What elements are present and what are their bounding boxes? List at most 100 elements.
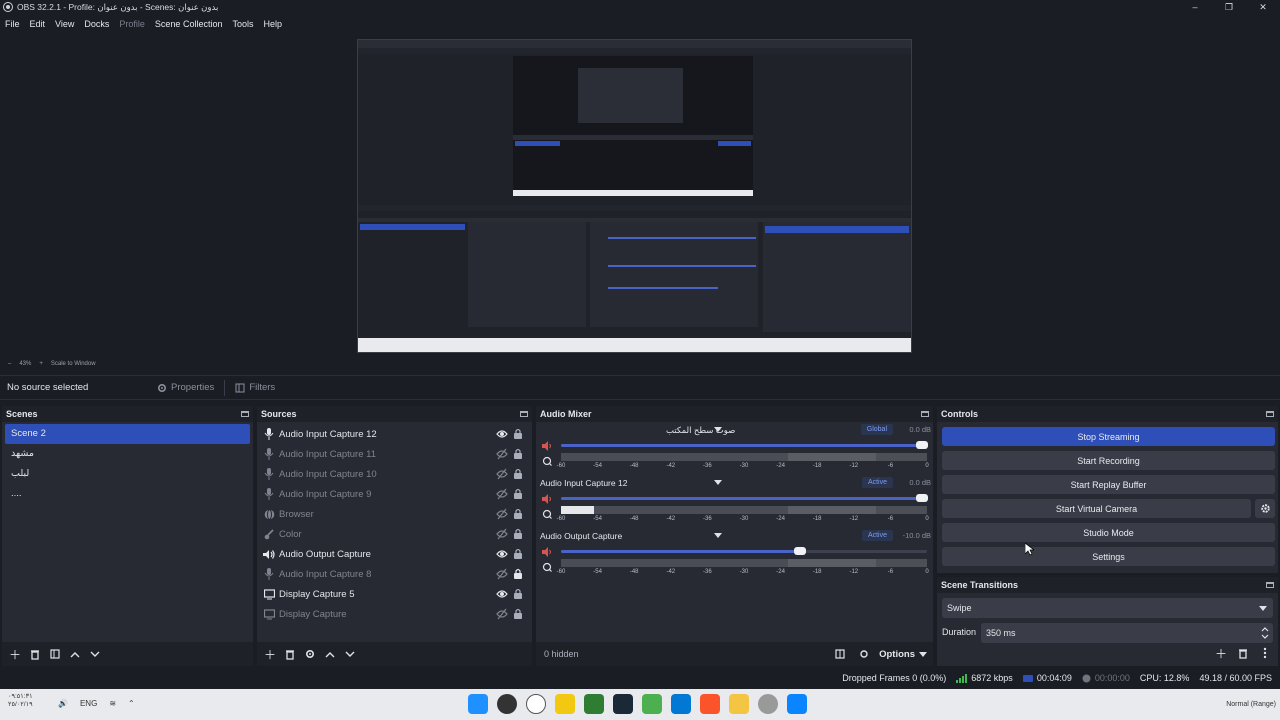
chevron-up-icon[interactable]: ⌃ (128, 699, 135, 708)
chevron-down-icon[interactable] (714, 427, 722, 432)
unlock-icon[interactable] (512, 448, 524, 460)
start-replay-buffer-button[interactable]: Start Replay Buffer (942, 475, 1275, 494)
undock-icon[interactable] (1266, 582, 1274, 588)
transition-select[interactable]: Swipe (942, 598, 1273, 618)
unlock-icon[interactable] (512, 588, 524, 600)
scene-item[interactable]: .... (5, 484, 250, 504)
zoom-mode[interactable]: Scale to Window (51, 361, 96, 367)
source-item[interactable]: Display Capture (257, 604, 532, 624)
wifi-icon[interactable]: ≋ (109, 699, 116, 708)
remove-scene-button[interactable] (26, 645, 44, 663)
add-scene-button[interactable]: ＋ (6, 645, 24, 663)
remove-transition-button[interactable] (1234, 644, 1252, 662)
chevron-down-icon[interactable] (714, 533, 722, 538)
speaker-icon[interactable] (542, 494, 552, 504)
obs-app-icon[interactable] (497, 694, 517, 714)
scene-filters-button[interactable] (46, 645, 64, 663)
move-down-button[interactable] (86, 645, 104, 663)
chevron-down-icon[interactable] (714, 480, 722, 485)
eye-hidden-icon[interactable] (496, 488, 508, 500)
source-item[interactable]: Audio Input Capture 12 (257, 424, 532, 444)
transition-menu-button[interactable] (1256, 644, 1274, 662)
menu-tools[interactable]: Tools (227, 16, 258, 32)
source-item[interactable]: Audio Input Capture 8 (257, 564, 532, 584)
slider-handle[interactable] (794, 547, 806, 555)
source-item[interactable]: Audio Input Capture 9 (257, 484, 532, 504)
spinner-arrows-icon[interactable] (1261, 626, 1269, 640)
menu-help[interactable]: Help (258, 16, 287, 32)
vscode-app-icon[interactable] (671, 694, 691, 714)
language-indicator[interactable]: ENG (80, 699, 97, 708)
minimize-button[interactable]: – (1178, 0, 1212, 14)
menu-view[interactable]: View (50, 16, 79, 32)
source-item[interactable]: Audio Input Capture 11 (257, 444, 532, 464)
start-recording-button[interactable]: Start Recording (942, 451, 1275, 470)
source-item[interactable]: Audio Output Capture (257, 544, 532, 564)
unlock-icon[interactable] (512, 508, 524, 520)
move-down-button[interactable] (341, 645, 359, 663)
start-virtual-camera-button[interactable]: Start Virtual Camera (942, 499, 1251, 518)
maximize-button[interactable]: ❐ (1212, 0, 1246, 14)
folder-app-icon[interactable] (729, 694, 749, 714)
move-up-button[interactable] (321, 645, 339, 663)
menu-scene-collection[interactable]: Scene Collection (150, 16, 228, 32)
add-transition-button[interactable]: ＋ (1212, 644, 1230, 662)
search-icon[interactable] (758, 694, 778, 714)
unlock-icon[interactable] (512, 468, 524, 480)
monitor-audio-icon[interactable] (542, 456, 552, 466)
preview-area[interactable] (0, 34, 1280, 356)
eye-hidden-icon[interactable] (496, 508, 508, 520)
scene-item[interactable]: لبلب (5, 464, 250, 484)
source-properties-button[interactable] (301, 645, 319, 663)
source-item[interactable]: Browser (257, 504, 532, 524)
eye-icon[interactable] (496, 548, 508, 560)
layout-toggle-button[interactable] (831, 645, 849, 663)
eye-hidden-icon[interactable] (496, 608, 508, 620)
eye-icon[interactable] (496, 428, 508, 440)
eye-hidden-icon[interactable] (496, 468, 508, 480)
advanced-audio-button[interactable] (855, 645, 873, 663)
eye-hidden-icon[interactable] (496, 528, 508, 540)
zoom-in-button[interactable]: + (39, 361, 43, 367)
undock-icon[interactable] (241, 411, 249, 417)
source-item[interactable]: Color (257, 524, 532, 544)
menu-edit[interactable]: Edit (25, 16, 51, 32)
menu-profile[interactable]: Profile (114, 16, 150, 32)
steam-app-icon[interactable] (613, 694, 633, 714)
scene-item[interactable]: مشهد (5, 444, 250, 464)
virtual-camera-settings-button[interactable] (1255, 499, 1275, 518)
scene-item[interactable]: Scene 2 (5, 424, 250, 444)
remove-source-button[interactable] (281, 645, 299, 663)
settings-button[interactable]: Settings (942, 547, 1275, 566)
volume-slider[interactable] (561, 547, 927, 555)
filters-button[interactable]: Filters (235, 382, 275, 393)
volume-slider[interactable] (561, 494, 928, 502)
slider-handle[interactable] (916, 441, 928, 449)
source-item[interactable]: Display Capture 5 (257, 584, 532, 604)
move-up-button[interactable] (66, 645, 84, 663)
unlock-icon[interactable] (512, 548, 524, 560)
preview-canvas[interactable] (357, 39, 912, 353)
undock-icon[interactable] (520, 411, 528, 417)
undock-icon[interactable] (1266, 411, 1274, 417)
slider-handle[interactable] (916, 494, 928, 502)
brave-app-icon[interactable] (700, 694, 720, 714)
speaker-icon[interactable] (542, 547, 552, 557)
studio-mode-button[interactable]: Studio Mode (942, 523, 1275, 542)
undock-icon[interactable] (921, 411, 929, 417)
lock-icon[interactable] (512, 568, 524, 580)
volume-icon[interactable]: 🔊 (58, 699, 68, 708)
monitor-audio-icon[interactable] (542, 562, 552, 572)
speaker-icon[interactable] (542, 441, 552, 451)
unlock-icon[interactable] (512, 428, 524, 440)
close-button[interactable]: ✕ (1246, 0, 1280, 14)
app-icon[interactable] (584, 694, 604, 714)
app-icon[interactable] (555, 694, 575, 714)
eye-hidden-icon[interactable] (496, 568, 508, 580)
eye-hidden-icon[interactable] (496, 448, 508, 460)
menu-file[interactable]: File (0, 16, 25, 32)
chatgpt-app-icon[interactable] (526, 694, 546, 714)
add-source-button[interactable]: ＋ (261, 645, 279, 663)
source-item[interactable]: Audio Input Capture 10 (257, 464, 532, 484)
stop-streaming-button[interactable]: Stop Streaming (942, 427, 1275, 446)
